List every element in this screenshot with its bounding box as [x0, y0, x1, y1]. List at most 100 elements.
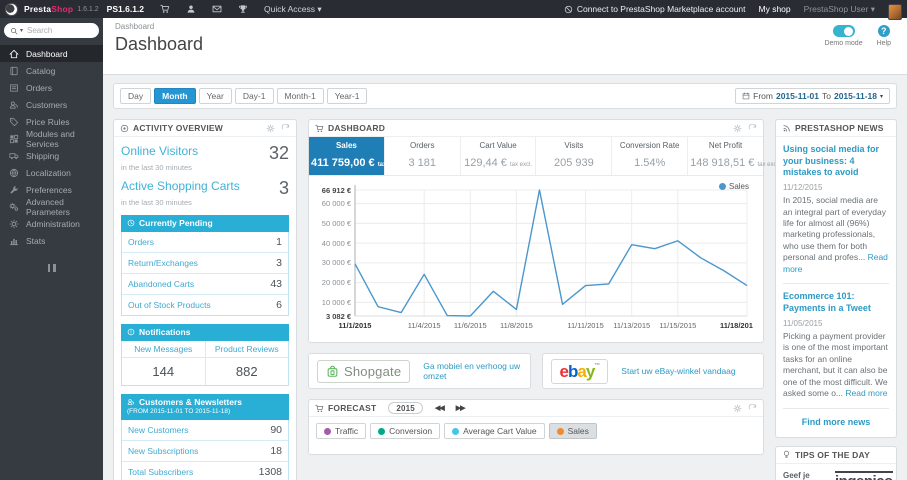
- sidebar-item-advanced-parameters[interactable]: Advanced Parameters: [0, 197, 103, 217]
- list-item-orders[interactable]: Orders 1: [122, 232, 288, 253]
- forecast-legend-sales[interactable]: Sales: [548, 423, 597, 439]
- advanced-parameters-icon: [9, 202, 19, 212]
- brand-link[interactable]: PrestaShop: [24, 4, 73, 14]
- sidebar-item-administration[interactable]: Administration: [0, 215, 103, 232]
- demo-mode-toggle[interactable]: Demo mode: [824, 25, 863, 47]
- filter-month-button[interactable]: Month: [154, 88, 196, 104]
- forecast-legend-conversion[interactable]: Conversion: [370, 423, 441, 439]
- gear-icon[interactable]: [266, 124, 275, 133]
- forecast-next-button[interactable]: ▶▶: [456, 404, 466, 412]
- forecast-cart-icon: [315, 404, 324, 413]
- list-item-new-subscriptions[interactable]: New Subscriptions 18: [122, 441, 288, 463]
- ingenico-logo[interactable]: ingenico Payment services: [835, 470, 893, 480]
- ebay-link[interactable]: Start uw eBay-winkel vandaag: [621, 366, 735, 376]
- refresh-icon[interactable]: [281, 123, 290, 133]
- avatar[interactable]: [888, 4, 902, 20]
- kpi-suffix: tax excl.: [510, 162, 533, 168]
- filter-month-1-button[interactable]: Month-1: [276, 88, 324, 104]
- kpi-tab-cart-value[interactable]: Cart Value 129,44 € tax excl.: [461, 137, 537, 175]
- sidebar-item-localization[interactable]: Localization: [0, 164, 103, 181]
- sidebar-item-customers[interactable]: Customers: [0, 96, 103, 113]
- refresh-icon[interactable]: [748, 403, 757, 413]
- active-carts-link[interactable]: Active Shopping Carts: [121, 179, 240, 193]
- sidebar-item-catalog[interactable]: Catalog: [0, 62, 103, 79]
- promo-banners: Shopgate Ga mobiel en verhoog uw omzet e…: [308, 353, 764, 389]
- help-label: Help: [876, 40, 891, 47]
- user-menu[interactable]: PrestaShop User ▾: [804, 4, 875, 15]
- forecast-legend-traffic[interactable]: Traffic: [316, 423, 367, 439]
- shopgate-banner[interactable]: Shopgate Ga mobiel en verhoog uw omzet: [308, 353, 531, 389]
- forecast-legend-average-cart-value[interactable]: Average Cart Value: [444, 423, 545, 439]
- sidebar: ▾ Dashboard Catalog Orders Customers Pri…: [0, 18, 103, 480]
- article-title-link[interactable]: Ecommerce 101: Payments in a Tweet: [783, 291, 889, 314]
- dashboard-panel-header: DASHBOARD: [309, 120, 763, 137]
- kpi-tab-visits[interactable]: Visits 205 939: [536, 137, 613, 175]
- customers-icon[interactable]: [186, 4, 196, 14]
- filter-year-button[interactable]: Year: [198, 88, 232, 104]
- x-axis-tick: 11/15/2015: [659, 321, 697, 330]
- messages-icon[interactable]: [212, 4, 222, 14]
- quick-access-menu[interactable]: Quick Access ▾: [264, 4, 322, 15]
- dashboard-cart-icon: [315, 124, 324, 133]
- gear-icon[interactable]: [733, 404, 742, 413]
- sidebar-item-orders[interactable]: Orders: [0, 79, 103, 96]
- ebay-banner[interactable]: ebay™ Start uw eBay-winkel vandaag: [541, 353, 764, 389]
- forecast-year-badge[interactable]: 2015: [388, 402, 423, 414]
- chart-legend[interactable]: Sales: [718, 182, 749, 191]
- cart-icon[interactable]: [160, 4, 170, 14]
- kpi-tab-orders[interactable]: Orders 3 181: [385, 137, 461, 175]
- article-title-link[interactable]: Using social media for your business: 4 …: [783, 144, 889, 179]
- badges-icon[interactable]: [238, 4, 248, 14]
- shopgate-link[interactable]: Ga mobiel en verhoog uw omzet: [423, 361, 521, 381]
- new-messages-cell[interactable]: New Messages 144: [122, 341, 206, 385]
- help-icon[interactable]: ?: [877, 25, 890, 37]
- filter-day-1-button[interactable]: Day-1: [234, 88, 274, 104]
- marketplace-link[interactable]: Connect to PrestaShop Marketplace accoun…: [564, 4, 746, 14]
- tips-body: Geef je Sales in het buitenland een Boos…: [776, 464, 896, 480]
- prestashop-logo[interactable]: [5, 2, 18, 16]
- kpi-tab-net-profit[interactable]: Net Profit 148 918,51 € tax excl.: [688, 137, 779, 175]
- demo-mode-label: Demo mode: [824, 40, 863, 47]
- list-item-returns[interactable]: Return/Exchanges 3: [122, 253, 288, 274]
- list-item-out-of-stock[interactable]: Out of Stock Products 6: [122, 295, 288, 315]
- refresh-icon[interactable]: [748, 123, 757, 133]
- from-label: From: [753, 91, 773, 101]
- date-range-picker[interactable]: From 2015-11-01 To 2015-11-18 ▾: [735, 88, 890, 104]
- list-item-total-subscribers[interactable]: Total Subscribers 1308: [122, 462, 288, 480]
- search-input[interactable]: [25, 25, 78, 36]
- online-visitors-link[interactable]: Online Visitors: [121, 144, 198, 158]
- sidebar-item-preferences[interactable]: Preferences: [0, 181, 103, 198]
- to-label: To: [821, 91, 831, 101]
- forecast-prev-button[interactable]: ◀◀: [435, 404, 445, 412]
- currently-pending-header: Currently Pending: [121, 215, 289, 232]
- y-axis-tick: 50 000 €: [321, 218, 351, 228]
- sidebar-item-stats[interactable]: Stats: [0, 232, 103, 249]
- topbar-left: PrestaShop 1.6.1.2 PS1.6.1.2 Quick Acces…: [0, 2, 322, 16]
- toggle-switch[interactable]: [832, 25, 855, 37]
- filter-day-button[interactable]: Day: [120, 88, 152, 104]
- notifications-grid: New Messages 144 Product Reviews 882: [121, 341, 289, 386]
- filter-year-1-button[interactable]: Year-1: [326, 88, 368, 104]
- legend-dot: [378, 427, 386, 435]
- sidebar-item-dashboard[interactable]: Dashboard: [0, 45, 103, 62]
- my-shop-link[interactable]: My shop: [759, 4, 791, 14]
- from-date: 2015-11-01: [775, 91, 819, 101]
- product-reviews-cell[interactable]: Product Reviews 882: [205, 341, 288, 385]
- orders-icon: [9, 83, 19, 93]
- sidebar-item-shipping[interactable]: Shipping: [0, 147, 103, 164]
- read-more-link[interactable]: Read more: [845, 388, 887, 398]
- list-item-abandoned-carts[interactable]: Abandoned Carts 43: [122, 274, 288, 295]
- list-item-new-customers[interactable]: New Customers 90: [122, 420, 288, 442]
- sidebar-search[interactable]: ▾: [4, 23, 99, 38]
- gear-icon[interactable]: [733, 124, 742, 133]
- kpi-tab-conversion-rate[interactable]: Conversion Rate 1.54%: [612, 137, 689, 175]
- row-value: 90: [270, 424, 282, 437]
- find-more-news-link[interactable]: Find more news: [776, 409, 896, 437]
- breadcrumb[interactable]: Dashboard: [115, 22, 895, 31]
- search-caret-icon[interactable]: ▾: [20, 27, 23, 34]
- sidebar-item-modules[interactable]: Modules and Services: [0, 129, 103, 149]
- kpi-tab-sales[interactable]: Sales 411 759,00 € tax excl.: [309, 137, 401, 175]
- sidebar-item-price-rules[interactable]: Price Rules: [0, 113, 103, 130]
- sidebar-collapse-button[interactable]: [0, 261, 103, 275]
- help-button[interactable]: ? Help: [877, 25, 891, 47]
